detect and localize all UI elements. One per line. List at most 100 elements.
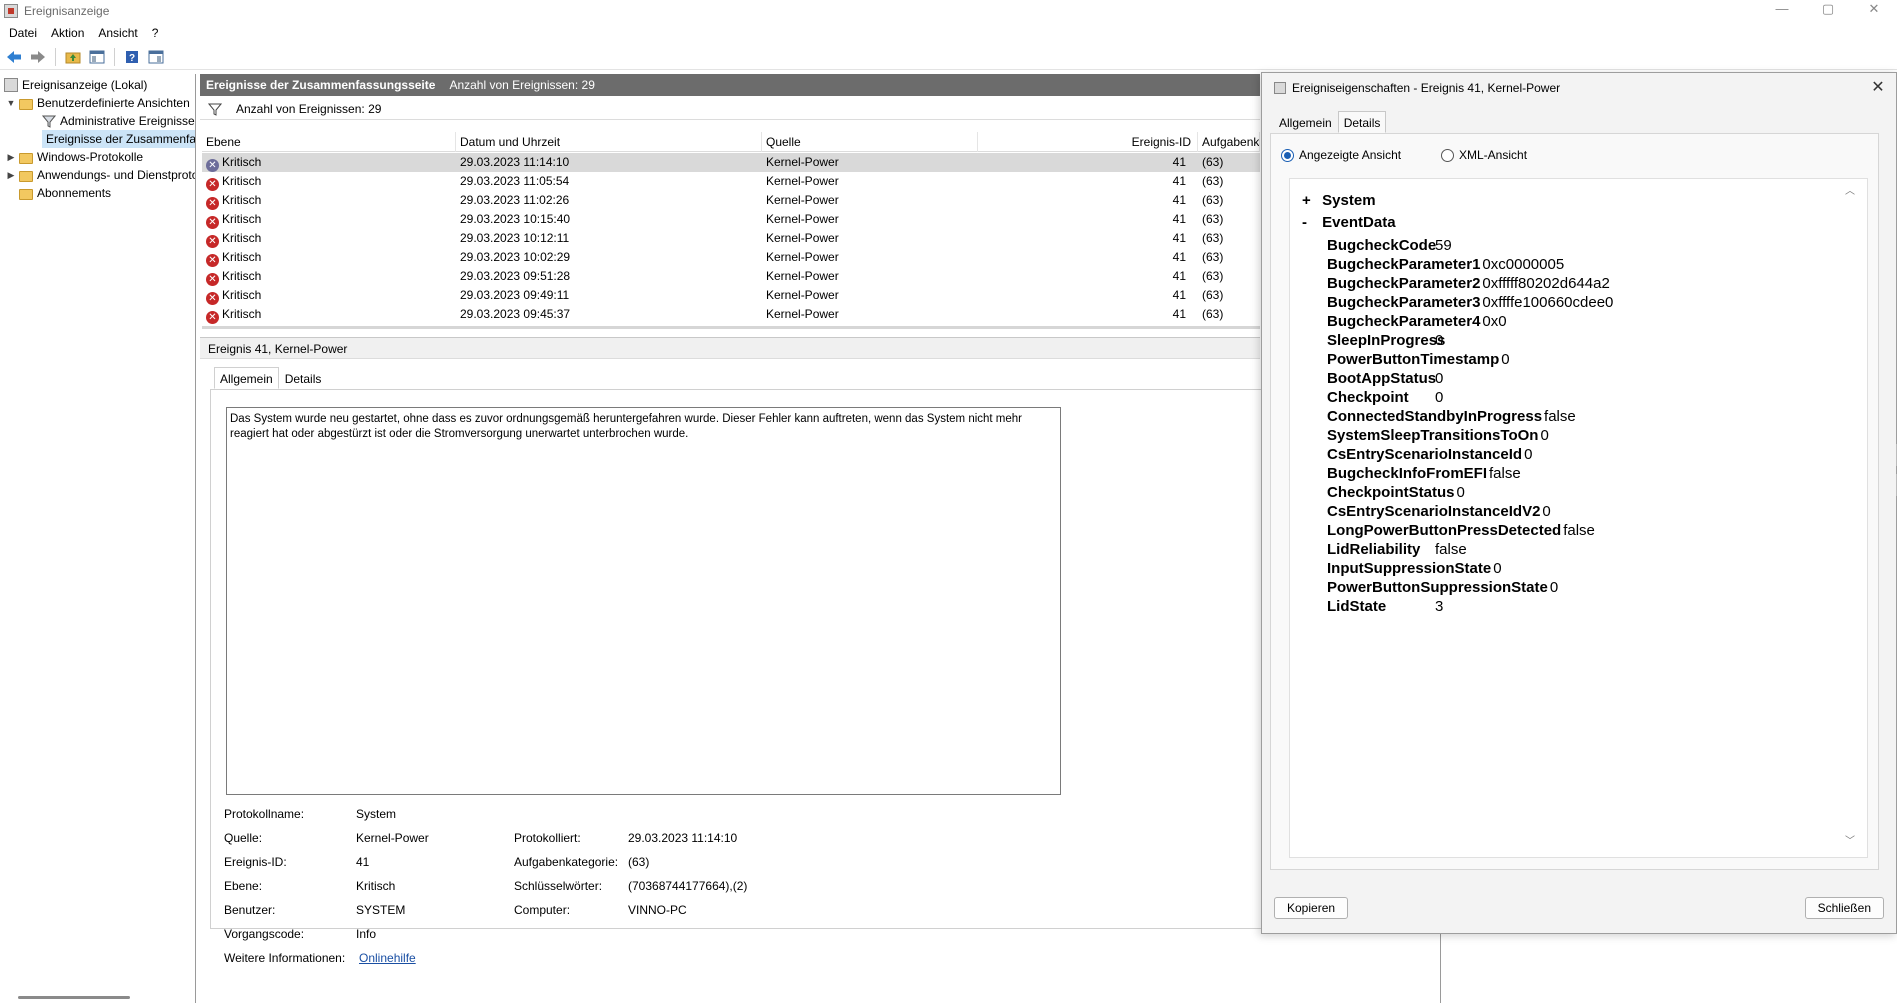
table-row[interactable]: ✕ Kritisch 29.03.2023 11:05:54 Kernel-Power…: [202, 172, 1260, 191]
cell-event-id: 41: [1172, 193, 1186, 207]
tree-item-admin-events[interactable]: Administrative Ereignisse: [42, 112, 195, 130]
cell-event-id: 41: [1172, 250, 1186, 264]
dialog-tab-details[interactable]: Details: [1337, 111, 1387, 133]
col-header-datetime[interactable]: Datum und Uhrzeit: [456, 132, 762, 152]
eventdata-field-name: Checkpoint: [1327, 389, 1409, 406]
table-row[interactable]: ✕ Kritisch 29.03.2023 09:45:37 Kernel-Power…: [202, 305, 1260, 324]
menu-ansicht[interactable]: Ansicht: [91, 26, 144, 40]
menu-help[interactable]: ?: [145, 26, 166, 40]
system-node[interactable]: + System: [1302, 191, 1376, 211]
cell-level: ✕ Kritisch: [206, 210, 454, 229]
event-detail-header: Ereignis 41, Kernel-Power: [200, 337, 1260, 359]
eventdata-field: BugcheckParameter4 0x0: [1327, 312, 1507, 332]
radio-xml-view[interactable]: XML-Ansicht: [1441, 148, 1527, 162]
action-pane-icon: [148, 50, 164, 63]
cell-datetime: 29.03.2023 11:02:26: [460, 193, 570, 207]
tab-allgemein[interactable]: Allgemein: [214, 367, 279, 389]
chevron-right-icon[interactable]: ▶: [6, 152, 16, 162]
eventdata-field-value: false: [1544, 408, 1576, 425]
expand-toggle[interactable]: +: [1302, 191, 1318, 211]
tree-horizontal-scrollbar[interactable]: [18, 996, 130, 999]
forward-arrow-icon: [31, 50, 45, 63]
cell-event-id: 41: [1172, 307, 1186, 321]
summary-count: Anzahl von Ereignissen: 29: [449, 78, 595, 92]
menu-aktion[interactable]: Aktion: [44, 26, 91, 40]
radio-display-view[interactable]: Angezeigte Ansicht: [1281, 148, 1401, 162]
tree-item-custom-views[interactable]: ▼ Benutzerdefinierte Ansichten: [6, 94, 190, 112]
eventdata-field-value: 0: [1549, 579, 1559, 596]
eventdata-field-value: 0x0: [1482, 313, 1507, 330]
menu-datei[interactable]: Datei: [2, 26, 44, 40]
tree-item-summary-events[interactable]: Ereignisse der Zusammenfassungsseite: [42, 130, 195, 148]
cell-level: ✕ Kritisch: [206, 172, 454, 191]
prop-task-label: Aufgabenkategorie:: [514, 855, 619, 869]
table-row[interactable]: ✕ Kritisch 29.03.2023 09:51:28 Kernel-Power…: [202, 267, 1260, 286]
tree-item-app-logs[interactable]: ▶ Anwendungs- und Dienstprotokolle: [6, 166, 195, 184]
table-row[interactable]: ✕ Kritisch 29.03.2023 10:12:11 Kernel-Power…: [202, 229, 1260, 248]
tree-item-root[interactable]: Ereignisanzeige (Lokal): [4, 76, 147, 94]
console-tree: Ereignisanzeige (Lokal) ▼ Benutzerdefini…: [0, 74, 196, 1003]
online-help-link[interactable]: Onlinehilfe: [359, 950, 416, 966]
dialog-tab-allgemein[interactable]: Allgemein: [1273, 111, 1338, 133]
dialog-close-icon[interactable]: ✕: [1868, 78, 1888, 98]
table-row[interactable]: ✕ Kritisch 29.03.2023 10:15:40 Kernel-Power…: [202, 210, 1260, 229]
prop-logged-label: Protokolliert:: [514, 831, 581, 845]
cell-event-id: 41: [1172, 174, 1186, 188]
up-folder-button[interactable]: [63, 47, 83, 67]
table-row[interactable]: ✕ Kritisch 29.03.2023 11:14:10 Kernel-Power…: [202, 153, 1260, 172]
prop-logged: 29.03.2023 11:14:10: [628, 831, 738, 845]
collapse-toggle[interactable]: -: [1302, 213, 1318, 233]
table-row[interactable]: ✕ Kritisch 29.03.2023 11:02:26 Kernel-Power…: [202, 191, 1260, 210]
table-row[interactable]: ✕ Kritisch 29.03.2023 09:49:11 Kernel-Power…: [202, 286, 1260, 305]
cell-level: ✕ Kritisch: [206, 286, 454, 305]
help-button[interactable]: ?: [122, 47, 142, 67]
close-window-button[interactable]: ✕: [1851, 0, 1897, 22]
eventdata-field: SystemSleepTransitionsToOn 0: [1327, 426, 1549, 446]
cell-datetime: 29.03.2023 11:14:10: [460, 155, 570, 169]
chevron-down-icon[interactable]: ﹀: [1845, 837, 1855, 847]
copy-button[interactable]: Kopieren: [1274, 897, 1349, 919]
chevron-down-icon[interactable]: ▼: [6, 98, 16, 108]
cell-level: ✕ Kritisch: [206, 248, 454, 267]
event-data-view[interactable]: + System - EventData ︿ ﹀ BugcheckCode59 B…: [1289, 178, 1868, 858]
eventdata-field-value: 0xffffe100660cdee0: [1482, 294, 1614, 311]
table-row[interactable]: ✕ Kritisch 29.03.2023 10:02:29 Kernel-Power…: [202, 248, 1260, 267]
event-detail-tabs: Allgemein Details: [214, 367, 327, 389]
event-properties-dialog: Ereigniseigenschaften - Ereignis 41, Ker…: [1261, 72, 1897, 934]
cell-event-id: 41: [1172, 269, 1186, 283]
chevron-up-icon[interactable]: ︿: [1845, 187, 1855, 197]
show-hide-tree-button[interactable]: [87, 47, 107, 67]
console-tree-icon: [89, 50, 105, 63]
critical-error-icon: ✕: [206, 254, 219, 267]
tree-item-subscriptions[interactable]: Abonnements: [19, 184, 111, 202]
col-header-level[interactable]: Ebene: [202, 132, 456, 152]
prop-opcode: Info: [356, 927, 377, 941]
cell-source: Kernel-Power: [766, 193, 839, 207]
prop-task: (63): [628, 855, 650, 869]
tab-details[interactable]: Details: [279, 367, 328, 389]
eventdata-field: CheckpointStatus 0: [1327, 483, 1465, 503]
forward-button[interactable]: [28, 47, 48, 67]
filter-bar: Anzahl von Ereignissen: 29: [200, 98, 1260, 120]
col-header-task-category[interactable]: Aufgabenkategorie: [1198, 132, 1260, 152]
dialog-close-button[interactable]: Schließen: [1804, 897, 1884, 919]
event-viewer-app-icon: [4, 4, 18, 18]
eventdata-field: LongPowerButtonPressDetected false: [1327, 521, 1595, 541]
eventdata-field-name: PowerButtonTimestamp: [1327, 351, 1500, 368]
cell-task-category: (63): [1202, 193, 1224, 207]
cell-datetime: 29.03.2023 10:12:11: [460, 231, 570, 245]
minimize-button[interactable]: —: [1759, 0, 1805, 22]
cell-datetime: 29.03.2023 09:51:28: [460, 269, 571, 283]
back-button[interactable]: [4, 47, 24, 67]
filter-funnel-icon: [208, 103, 222, 116]
show-action-pane-button[interactable]: [146, 47, 166, 67]
maximize-button[interactable]: ▢: [1805, 0, 1851, 22]
col-header-event-id[interactable]: Ereignis-ID: [978, 132, 1198, 152]
eventdata-field: PowerButtonTimestamp 0: [1327, 350, 1510, 370]
tree-item-windows-logs[interactable]: ▶ Windows-Protokolle: [6, 148, 144, 166]
prop-log-name-label: Protokollname:: [224, 807, 305, 821]
event-description[interactable]: Das System wurde neu gestartet, ohne das…: [226, 407, 1061, 795]
chevron-right-icon[interactable]: ▶: [6, 170, 16, 180]
eventdata-node[interactable]: - EventData: [1302, 213, 1396, 233]
col-header-source[interactable]: Quelle: [762, 132, 978, 152]
